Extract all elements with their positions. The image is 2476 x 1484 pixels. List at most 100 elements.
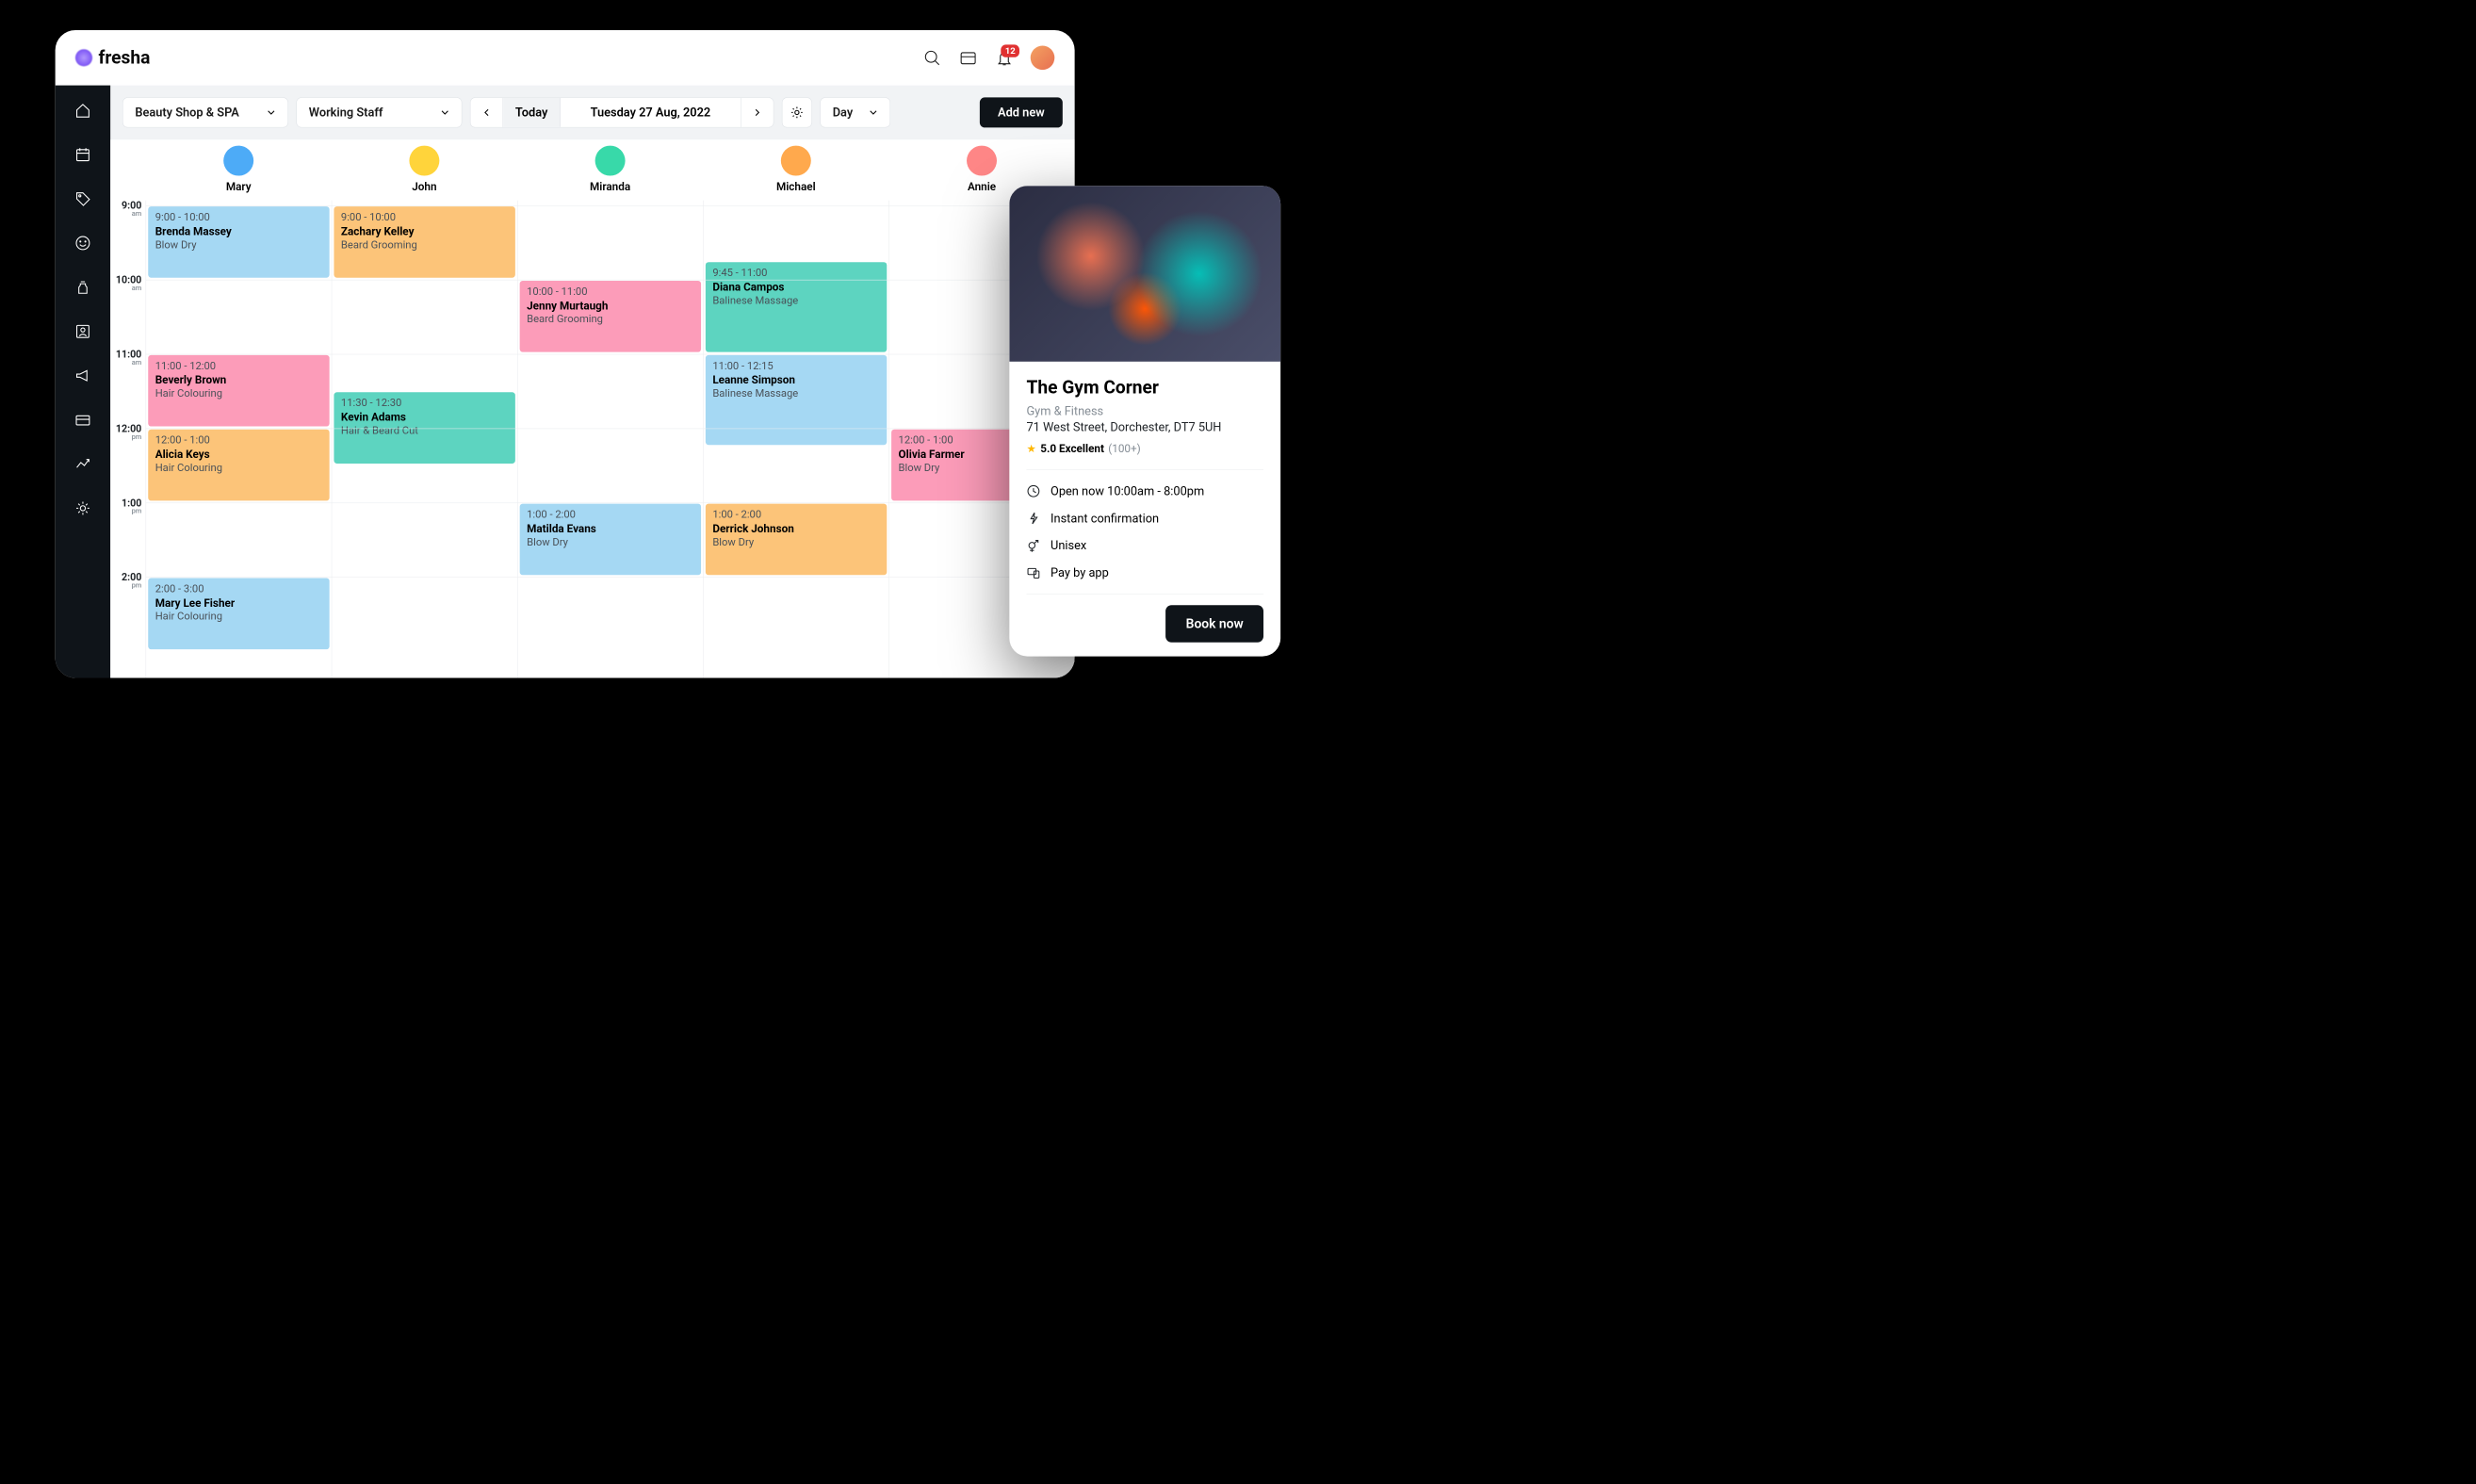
calendar-columns: 9:00 - 10:00Brenda MasseyBlow Dry 11:00 -… — [146, 201, 1075, 678]
search-button[interactable] — [922, 48, 942, 68]
user-avatar[interactable] — [1031, 46, 1055, 71]
wallet-icon — [959, 49, 977, 67]
book-now-button[interactable]: Book now — [1165, 605, 1263, 642]
time-column: 9:00am10:00am11:00am12:00pm1:00pm2:00pm — [110, 201, 145, 678]
appointment-time: 11:00 - 12:15 — [712, 360, 879, 372]
time-label: 10:00am — [116, 275, 141, 292]
appointment-time: 11:30 - 12:30 — [341, 398, 508, 410]
business-category: Gym & Fitness — [1026, 404, 1263, 418]
staff-select[interactable]: Working Staff — [296, 97, 462, 127]
topbar: fresha 12 — [56, 30, 1075, 86]
appointment-client: Leanne Simpson — [712, 374, 879, 386]
appointment-client: Matilda Evans — [527, 523, 693, 535]
sidebar — [56, 86, 111, 678]
chevron-right-icon — [754, 108, 762, 117]
appointment-service: Hair Colouring — [155, 611, 322, 623]
appointment[interactable]: 10:00 - 11:00Jenny MurtaughBeard Groomin… — [520, 281, 701, 352]
appointment-service: Hair Colouring — [155, 462, 322, 474]
date-prev-button[interactable] — [470, 98, 503, 127]
appointment[interactable]: 1:00 - 2:00Derrick JohnsonBlow Dry — [706, 504, 887, 576]
add-new-button[interactable]: Add new — [980, 97, 1063, 127]
appointment-client: Diana Campos — [712, 281, 879, 293]
megaphone-icon — [74, 367, 91, 384]
nav-payments[interactable] — [73, 410, 92, 430]
calendar-column[interactable]: 9:00 - 10:00Brenda MasseyBlow Dry 11:00 -… — [146, 201, 332, 678]
appointment-client: Jenny Murtaugh — [527, 300, 693, 312]
brand-text: fresha — [98, 47, 150, 68]
today-button[interactable]: Today — [503, 98, 561, 127]
nav-settings[interactable] — [73, 498, 92, 518]
calendar-column[interactable]: 10:00 - 11:00Jenny MurtaughBeard Groomin… — [517, 201, 703, 678]
appointment-client: Beverly Brown — [155, 374, 322, 386]
appointment[interactable]: 12:00 - 1:00Alicia KeysHair Colouring — [148, 430, 329, 501]
card-icon — [74, 412, 91, 429]
appointment[interactable]: 9:45 - 11:00Diana Campos Balinese Massage — [706, 262, 887, 351]
staff-header[interactable]: Michael — [703, 146, 888, 194]
calendar-column[interactable]: 9:00 - 10:00 Zachary Kelley Beard Grooming… — [332, 201, 517, 678]
nav-deals[interactable] — [73, 188, 92, 208]
chart-icon — [74, 455, 91, 472]
appointment-service: Beard Grooming — [341, 239, 508, 252]
appointment-time: 9:00 - 10:00 — [341, 211, 508, 223]
feature-confirm: Instant confirmation — [1026, 512, 1263, 526]
calendar: Mary JohnMirandaMichael Annie 9:00am 10:00a… — [110, 139, 1074, 677]
tag-icon — [74, 190, 91, 207]
business-photo — [1009, 186, 1280, 362]
appointment[interactable]: 2:00 - 3:00Mary Lee FisherHair Colouring — [148, 578, 329, 649]
staff-avatar — [223, 146, 253, 176]
nav-home[interactable] — [73, 101, 92, 121]
view-select[interactable]: Day — [820, 97, 890, 127]
nav-feedback[interactable] — [73, 233, 92, 253]
chevron-down-icon — [869, 108, 878, 118]
staff-avatar — [781, 146, 811, 176]
chevron-down-icon — [440, 108, 449, 118]
staff-header[interactable]: Mary — [146, 146, 332, 194]
feature-list: Open now 10:00am - 8:00pm Instant confir… — [1026, 470, 1263, 595]
notification-badge: 12 — [1001, 44, 1019, 57]
app-window: fresha 12 — [56, 30, 1075, 678]
staff-name: Mary — [226, 181, 252, 193]
time-label: 9:00am — [122, 201, 141, 218]
main-area: Beauty Shop & SPA Working Staff Today Tu… — [110, 86, 1074, 678]
devices-icon — [1026, 565, 1040, 579]
current-date[interactable]: Tuesday 27 Aug, 2022 — [561, 98, 741, 127]
appointment-time: 9:00 - 10:00 — [155, 211, 322, 223]
feature-hours: Open now 10:00am - 8:00pm — [1026, 484, 1263, 498]
appointment-client: Zachary Kelley — [341, 225, 508, 237]
staff-header-row: Mary JohnMirandaMichael Annie — [110, 139, 1074, 200]
date-next-button[interactable] — [741, 98, 774, 127]
nav-marketing[interactable] — [73, 366, 92, 385]
home-icon — [74, 102, 91, 119]
topbar-actions: 12 — [922, 46, 1055, 71]
staff-avatar — [967, 146, 997, 176]
appointment[interactable]: 9:00 - 10:00 Zachary Kelley Beard Grooming — [334, 206, 514, 278]
nav-products[interactable] — [73, 277, 92, 297]
nav-reports[interactable] — [73, 454, 92, 474]
chevron-left-icon — [482, 108, 491, 117]
location-select[interactable]: Beauty Shop & SPA — [122, 97, 288, 127]
appointment-time: 9:45 - 11:00 — [712, 268, 879, 280]
appointment[interactable]: 11:00 - 12:00Beverly BrownHair Colouring — [148, 355, 329, 427]
business-card: The Gym Corner Gym & Fitness 71 West Str… — [1009, 186, 1280, 656]
brand-logo[interactable]: fresha — [75, 47, 150, 68]
staff-name: Annie — [968, 181, 996, 193]
rating-count: (100+) — [1108, 443, 1141, 455]
staff-header[interactable]: John — [332, 146, 517, 194]
feature-gender: Unisex — [1026, 538, 1263, 552]
nav-clients[interactable] — [73, 321, 92, 341]
calendar-settings-button[interactable] — [782, 97, 812, 127]
staff-header[interactable]: Miranda — [517, 146, 703, 194]
nav-calendar[interactable] — [73, 145, 92, 165]
appointment-service: Hair Colouring — [155, 387, 322, 400]
gear-icon — [790, 106, 804, 120]
calendar-column[interactable]: 9:45 - 11:00Diana Campos Balinese Massage… — [703, 201, 888, 678]
view-select-label: Day — [833, 106, 853, 120]
appointment[interactable]: 1:00 - 2:00Matilda EvansBlow Dry — [520, 504, 701, 576]
notifications-button[interactable]: 12 — [994, 48, 1014, 68]
appointment[interactable]: 11:00 - 12:15Leanne SimpsonBalinese Mass… — [706, 355, 887, 445]
appointment-service: Balinese Massage — [712, 295, 879, 307]
wallet-button[interactable] — [958, 48, 978, 68]
logo-dot-icon — [75, 49, 92, 66]
appointment[interactable]: 9:00 - 10:00Brenda MasseyBlow Dry — [148, 206, 329, 278]
appointment-time: 1:00 - 2:00 — [712, 509, 879, 521]
